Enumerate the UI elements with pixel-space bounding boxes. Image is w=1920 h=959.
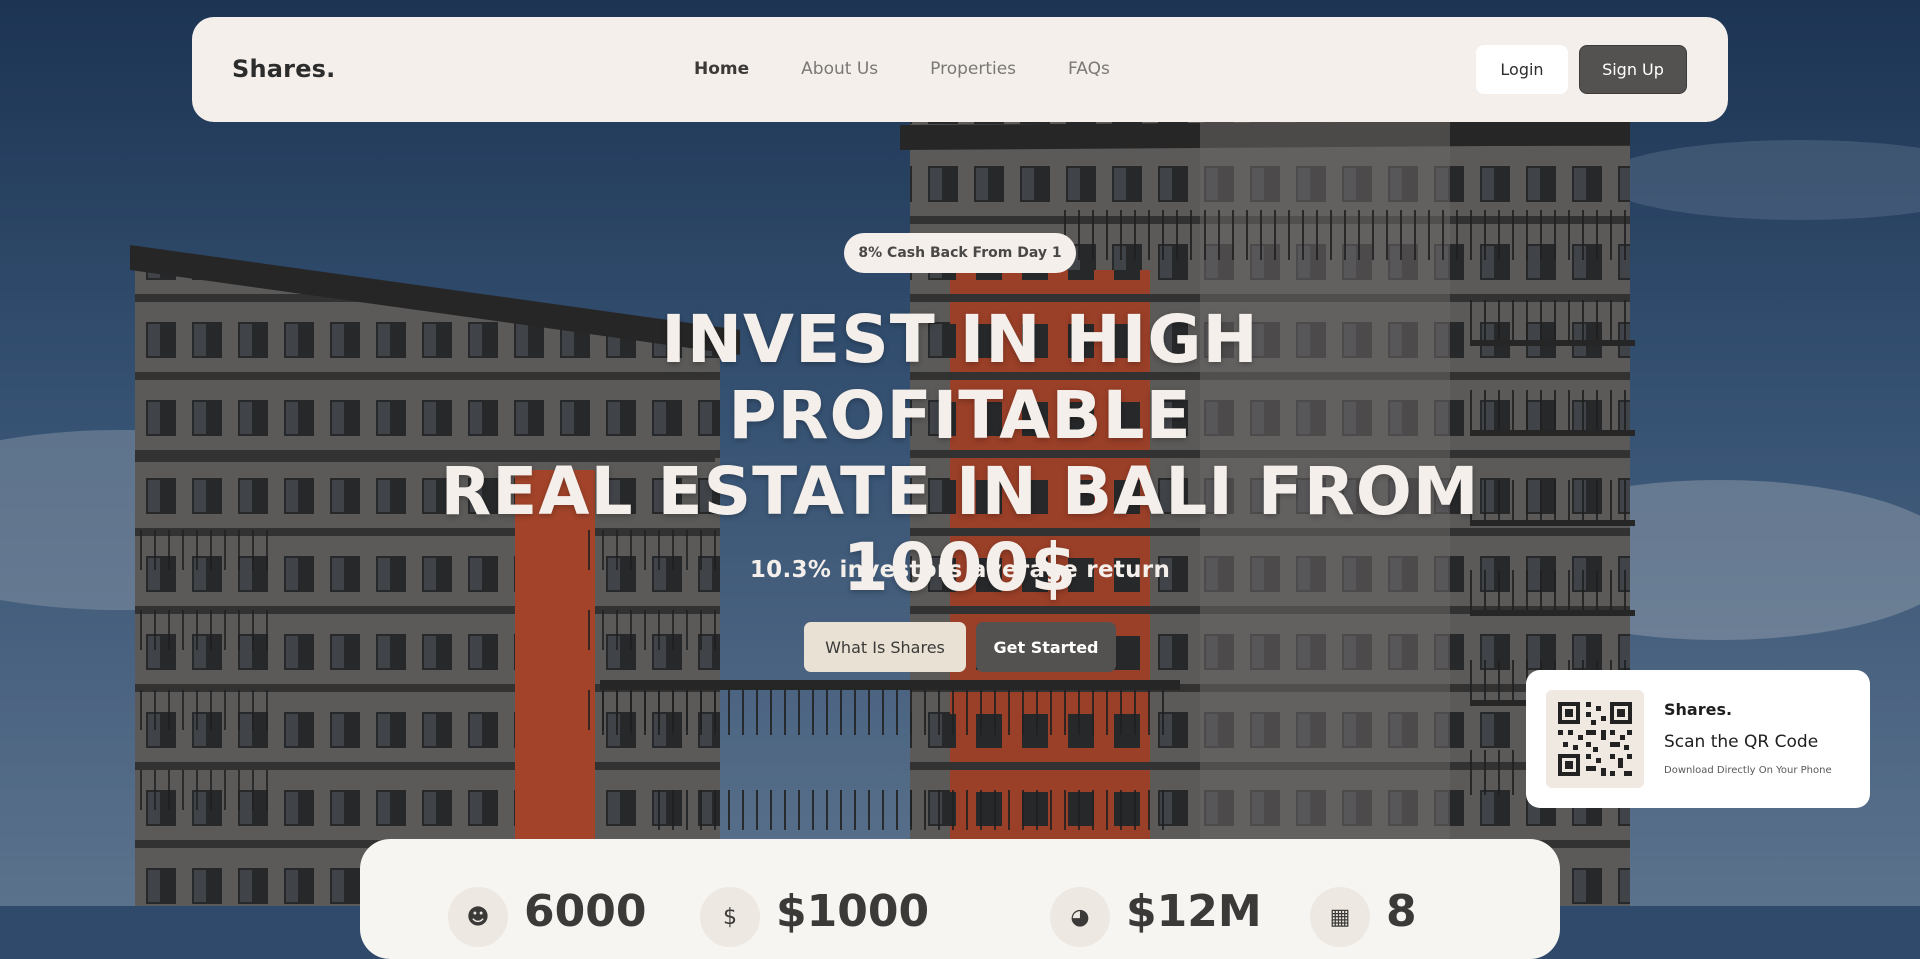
stat-value: 6000: [524, 886, 647, 937]
brand-name: Shares: [232, 55, 327, 83]
login-button[interactable]: Login: [1476, 45, 1568, 94]
nav-links: Home About Us Properties FAQs: [694, 59, 1162, 79]
qr-code-card[interactable]: Shares. Scan the QR Code Download Direct…: [1526, 670, 1870, 808]
what-is-shares-button[interactable]: What Is Shares: [804, 622, 966, 672]
cashback-badge: 8% Cash Back From Day 1: [844, 233, 1076, 273]
nav-link-about-us[interactable]: About Us: [801, 59, 878, 79]
stat-value: $12M: [1126, 886, 1262, 937]
qr-code-icon: [1558, 702, 1632, 776]
brand-logo[interactable]: Shares.: [232, 55, 336, 83]
hero-heading-line-1: INVEST IN HIGH PROFITABLE: [661, 301, 1259, 454]
nav-link-faqs[interactable]: FAQs: [1068, 59, 1110, 79]
hero-subtitle: 10.3% investors average return: [749, 557, 1171, 583]
stat-item-investors: ☻ 6000: [448, 887, 646, 947]
brand-dot: .: [326, 55, 336, 83]
nav-link-home[interactable]: Home: [694, 59, 749, 79]
stat-value: 8: [1386, 886, 1417, 937]
qr-card-brand: Shares.: [1664, 700, 1732, 719]
qr-card-brand-dot: .: [1725, 700, 1733, 719]
user-icon: ☻: [448, 887, 508, 947]
stat-item-properties: ▦ 8: [1310, 887, 1417, 947]
stat-value: $1000: [776, 886, 930, 937]
building-icon: ▦: [1310, 887, 1370, 947]
top-navbar: Shares. Home About Us Properties FAQs Lo…: [192, 17, 1728, 122]
nav-link-properties[interactable]: Properties: [930, 59, 1016, 79]
stat-item-volume: ◕ $12M: [1050, 887, 1262, 947]
sign-up-button[interactable]: Sign Up: [1579, 45, 1687, 94]
stat-item-minimum: $ $1000: [700, 887, 929, 947]
qr-code-image: [1546, 690, 1644, 788]
chart-icon: ◕: [1050, 887, 1110, 947]
qr-card-brand-name: Shares: [1664, 700, 1726, 719]
qr-card-note: Download Directly On Your Phone: [1664, 765, 1832, 776]
stats-panel: ☻ 6000 $ $1000 ◕ $12M ▦ 8: [360, 839, 1560, 959]
hero-heading-line-2: REAL ESTATE IN BALI FROM: [440, 453, 1480, 530]
qr-card-title: Scan the QR Code: [1664, 732, 1819, 752]
dollar-icon: $: [700, 887, 760, 947]
get-started-button[interactable]: Get Started: [976, 622, 1116, 672]
